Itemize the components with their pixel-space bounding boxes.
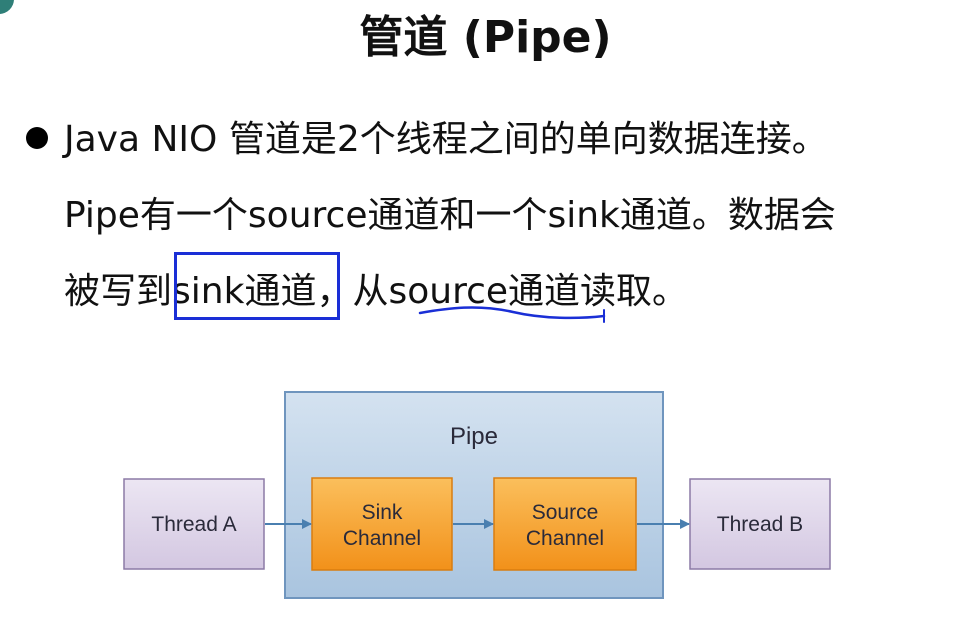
source-channel-node: Source Channel	[493, 477, 637, 571]
thread-b-label: Thread B	[717, 513, 803, 536]
annotation-box	[174, 252, 340, 320]
thread-b-node: Thread B	[689, 478, 831, 570]
pipe-label: Pipe	[450, 423, 498, 450]
bullet-dot-icon	[26, 127, 48, 149]
sink-channel-node: Sink Channel	[311, 477, 453, 571]
paragraph-line-2: Pipe有一个source通道和一个sink通道。数据会	[64, 195, 836, 236]
thread-a-node: Thread A	[123, 478, 265, 570]
sink-label-line2: Channel	[343, 527, 421, 550]
pipe-diagram: Pipe Thread A Sink Channel Source Channe…	[0, 380, 971, 610]
annotation-underline	[418, 306, 606, 323]
source-label-line2: Channel	[526, 527, 604, 550]
source-label-line1: Source	[532, 501, 599, 524]
thread-a-label: Thread A	[151, 513, 236, 536]
paragraph-line-1: Java NIO 管道是2个线程之间的单向数据连接。	[64, 119, 828, 160]
slide-title: 管道 (Pipe)	[359, 12, 612, 63]
sink-label-line1: Sink	[362, 501, 403, 524]
line3-prefix: 被写到	[64, 271, 173, 312]
slide: 管道 (Pipe) Java NIO 管道是2个线程之间的单向数据连接。 Pip…	[0, 0, 971, 624]
